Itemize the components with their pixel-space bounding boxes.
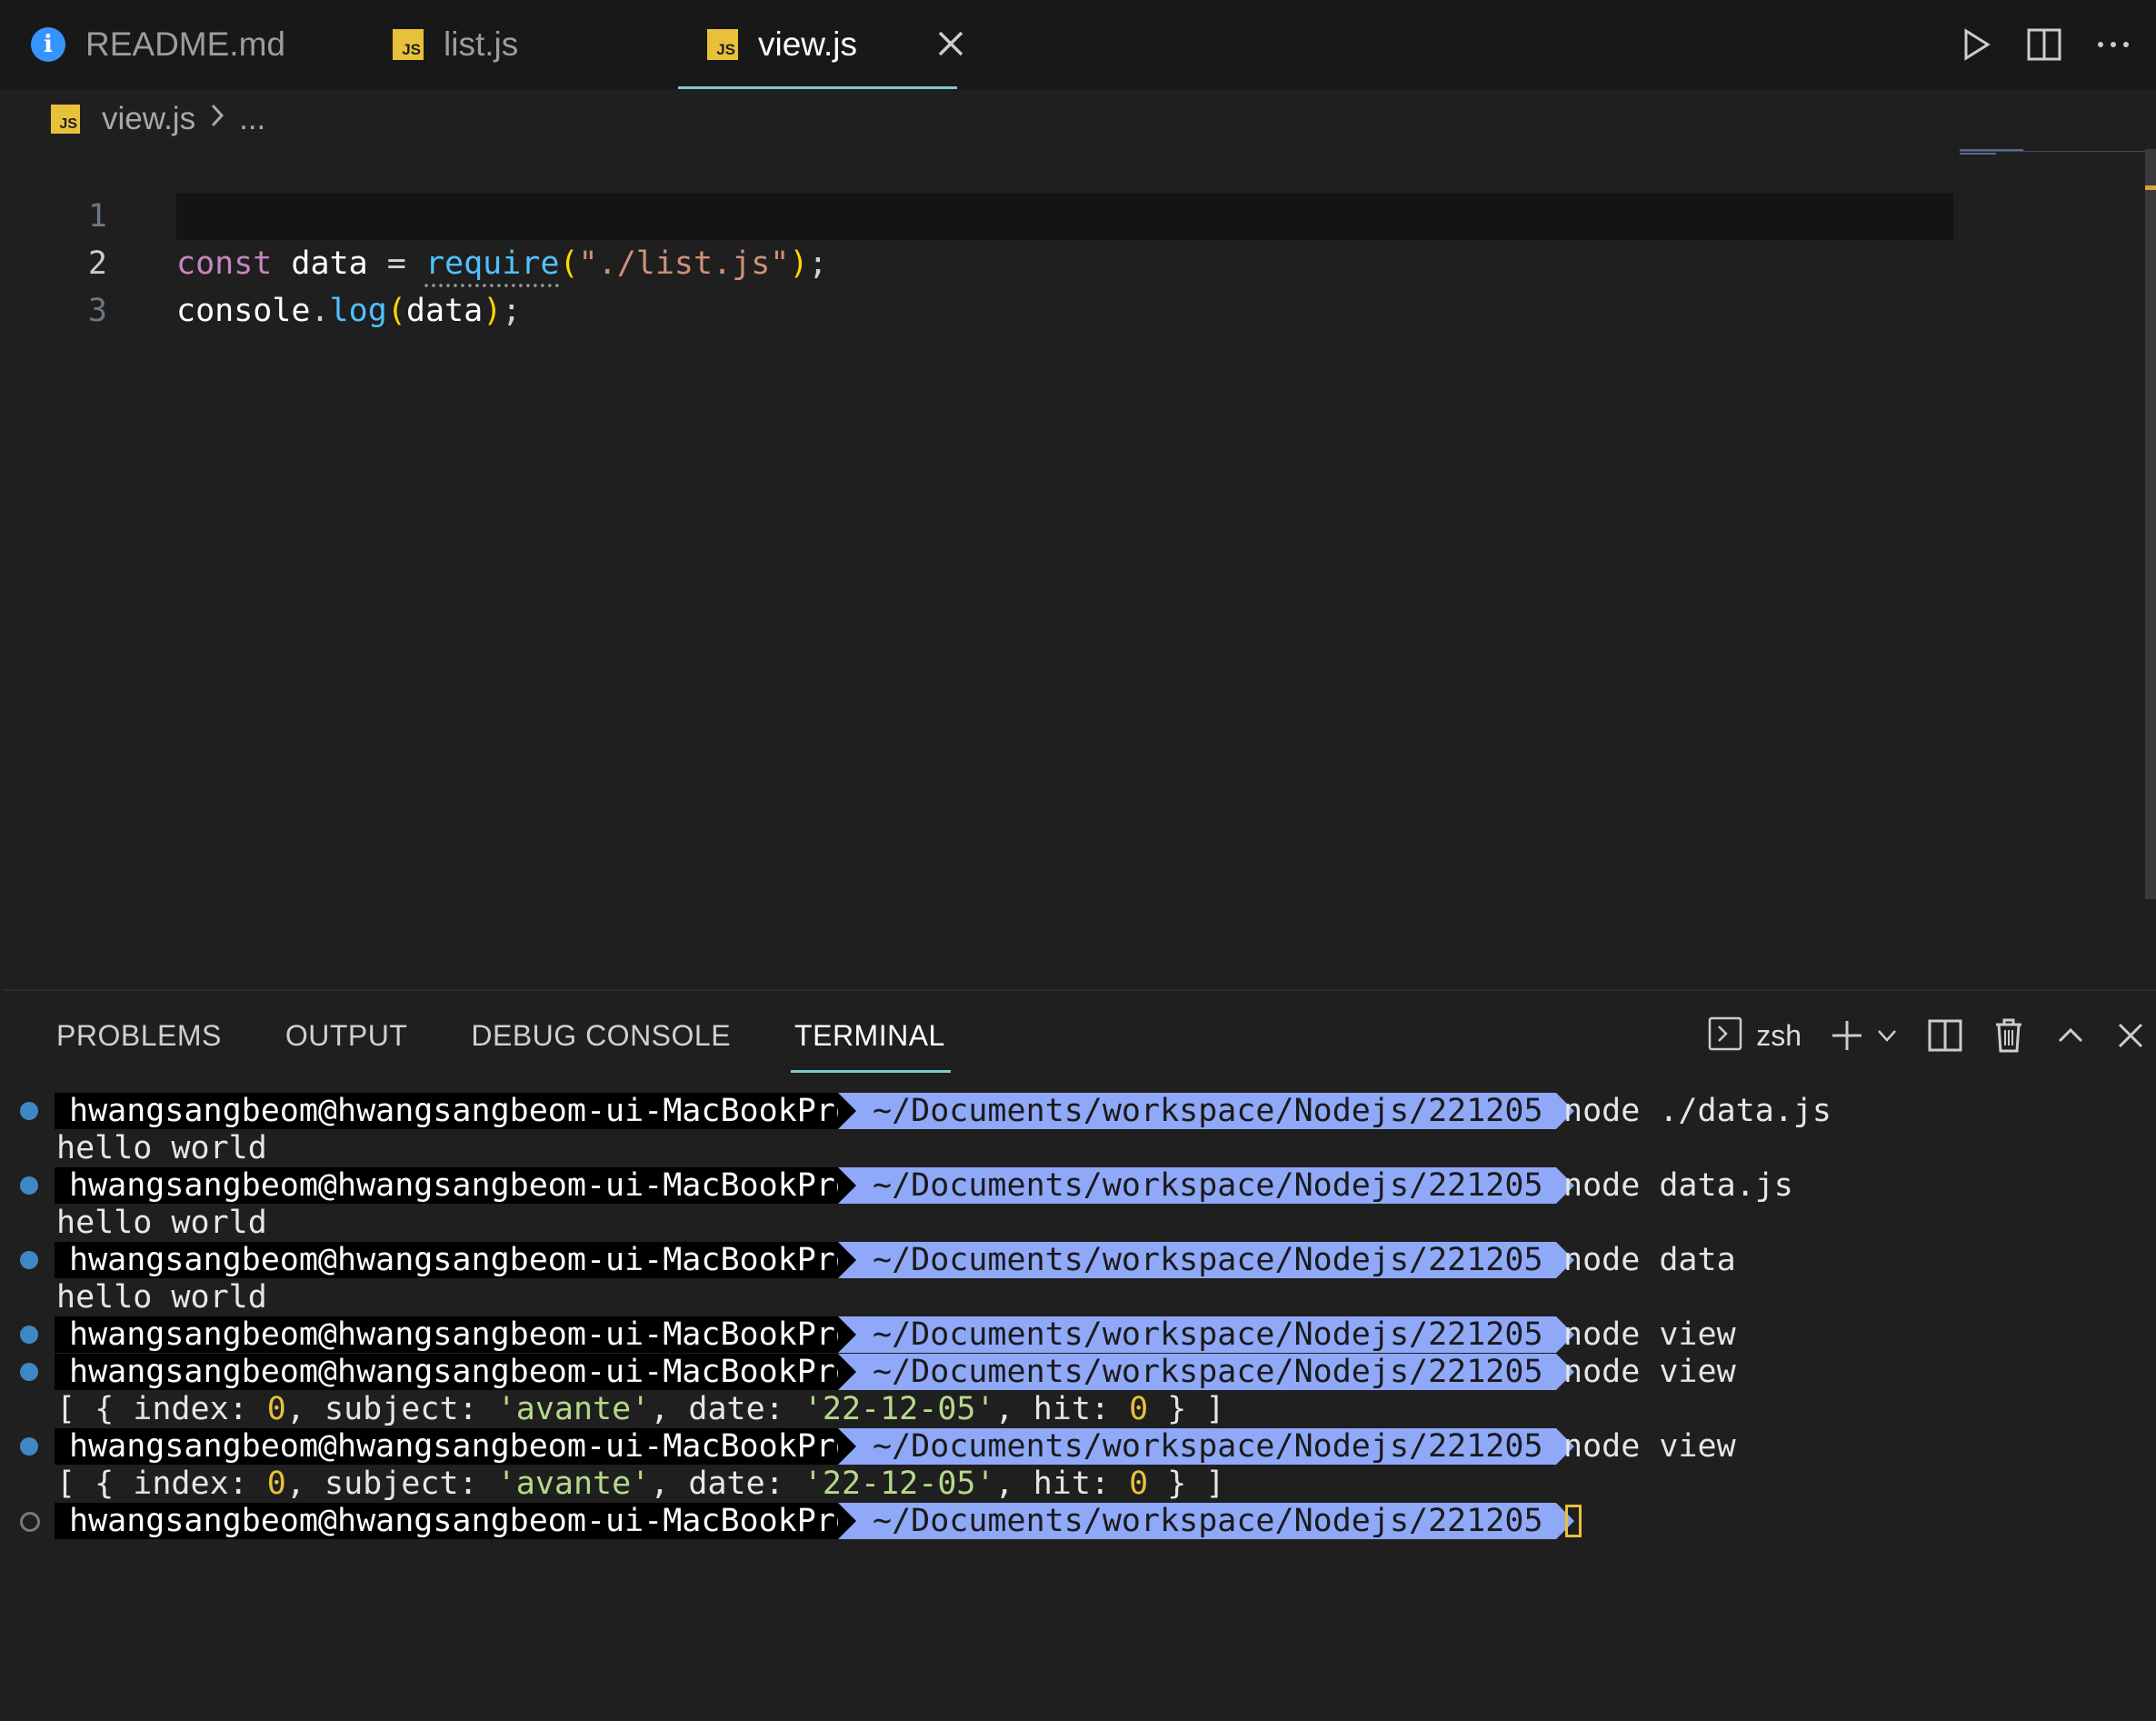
command-text: node ./data.js (1563, 1093, 1832, 1129)
scrollbar-marker (2145, 185, 2156, 190)
prompt-user: hwangsangbeom@hwangsangbeom-ui-MacBookPr… (55, 1428, 869, 1465)
tab-list-js[interactable]: JS list.js (393, 0, 518, 89)
maximize-panel-icon[interactable] (2054, 1019, 2087, 1052)
tab-label: list.js (444, 25, 519, 63)
command-text: node data (1563, 1242, 1736, 1278)
tab-terminal[interactable]: TERMINAL (791, 1019, 951, 1073)
code-line[interactable]: 3 (0, 240, 1954, 329)
shell-name: zsh (1756, 1018, 1802, 1052)
code-line[interactable]: 2 console.log(data); (0, 193, 1954, 329)
prompt-path: ~/Documents/workspace/Nodejs/221205 (838, 1093, 1574, 1129)
prompt-line: hwangsangbeom@hwangsangbeom-ui-MacBookPr… (4, 1093, 2156, 1129)
breadcrumb-symbols[interactable]: ... (239, 101, 265, 137)
output-line: hello world (56, 1279, 267, 1316)
output-line: [ { index: 0, subject: 'avante', date: '… (56, 1466, 1225, 1502)
more-actions-icon[interactable] (2087, 18, 2140, 71)
chevron-down-icon[interactable] (1874, 1023, 1900, 1048)
breadcrumb: JS view.js ... (51, 95, 265, 144)
js-file-icon: JS (51, 105, 80, 134)
prompt-line: hwangsangbeom@hwangsangbeom-ui-MacBookPr… (4, 1316, 2156, 1353)
prompt-path: ~/Documents/workspace/Nodejs/221205 (838, 1316, 1574, 1353)
command-success-dot[interactable] (20, 1437, 38, 1456)
editor-tab-bar: i README.md JS list.js JS view.js (0, 0, 2156, 89)
prompt-line: hwangsangbeom@hwangsangbeom-ui-MacBookPr… (4, 1503, 2156, 1539)
command-success-dot[interactable] (20, 1176, 38, 1195)
minimap[interactable] (1960, 145, 2156, 155)
new-terminal-button[interactable] (1829, 1017, 1865, 1054)
prompt-line: hwangsangbeom@hwangsangbeom-ui-MacBookPr… (4, 1242, 2156, 1278)
bottom-panel: PROBLEMS OUTPUT DEBUG CONSOLE TERMINAL z… (4, 989, 2156, 1644)
prompt-path: ~/Documents/workspace/Nodejs/221205 (838, 1428, 1574, 1465)
js-file-icon: JS (707, 29, 738, 60)
tab-label: README.md (85, 25, 285, 63)
editor-scrollbar[interactable] (2145, 149, 2156, 899)
prompt-user: hwangsangbeom@hwangsangbeom-ui-MacBookPr… (55, 1093, 869, 1129)
prompt-line: hwangsangbeom@hwangsangbeom-ui-MacBookPr… (4, 1167, 2156, 1204)
run-icon[interactable] (1949, 18, 2001, 71)
code-line[interactable]: 1 const data = require("./list.js"); (0, 145, 1954, 282)
prompt-path: ~/Documents/workspace/Nodejs/221205 (838, 1167, 1574, 1204)
command-text: node view (1563, 1316, 1736, 1353)
command-success-dot[interactable] (20, 1251, 38, 1269)
tab-debug-console[interactable]: DEBUG CONSOLE (471, 1019, 731, 1053)
prompt-user: hwangsangbeom@hwangsangbeom-ui-MacBookPr… (55, 1316, 869, 1353)
output-line: [ { index: 0, subject: 'avante', date: '… (56, 1391, 1225, 1427)
breadcrumb-file[interactable]: view.js (102, 101, 195, 137)
prompt-user: hwangsangbeom@hwangsangbeom-ui-MacBookPr… (55, 1503, 869, 1539)
split-editor-icon[interactable] (2018, 18, 2071, 71)
chevron-right-icon (208, 101, 226, 137)
command-text: node data.js (1563, 1167, 1793, 1204)
prompt-path: ~/Documents/workspace/Nodejs/221205 (838, 1354, 1574, 1390)
tab-readme[interactable]: i README.md (31, 0, 285, 89)
pending-command-dot[interactable] (20, 1512, 40, 1532)
command-success-dot[interactable] (20, 1326, 38, 1344)
command-text: node view (1563, 1428, 1736, 1465)
prompt-path: ~/Documents/workspace/Nodejs/221205 (838, 1242, 1574, 1278)
tab-problems[interactable]: PROBLEMS (56, 1019, 222, 1053)
prompt-line: hwangsangbeom@hwangsangbeom-ui-MacBookPr… (4, 1354, 2156, 1390)
info-icon: i (31, 27, 65, 62)
prompt-user: hwangsangbeom@hwangsangbeom-ui-MacBookPr… (55, 1242, 869, 1278)
command-text: node view (1563, 1354, 1736, 1390)
tab-label: view.js (758, 25, 857, 63)
split-terminal-icon[interactable] (1927, 1017, 1963, 1054)
identifier: data (405, 293, 484, 329)
command-success-dot[interactable] (20, 1102, 38, 1120)
terminal-icon (1707, 1016, 1743, 1056)
tab-view-js[interactable]: JS view.js (678, 0, 957, 89)
output-line: hello world (56, 1130, 267, 1166)
terminal-shell-selector[interactable]: zsh (1707, 1016, 1802, 1056)
identifier: console (176, 293, 311, 329)
terminal-cursor (1565, 1505, 1582, 1537)
close-panel-icon[interactable] (2114, 1019, 2147, 1052)
tab-output[interactable]: OUTPUT (285, 1019, 408, 1053)
code-editor[interactable]: 1 const data = require("./list.js"); 2 c… (0, 145, 2156, 989)
prompt-path: ~/Documents/workspace/Nodejs/221205 (838, 1503, 1574, 1539)
prompt-user: hwangsangbeom@hwangsangbeom-ui-MacBookPr… (55, 1354, 869, 1390)
close-icon[interactable] (931, 24, 971, 64)
method-name: log (329, 293, 387, 329)
command-success-dot[interactable] (20, 1363, 38, 1381)
prompt-user: hwangsangbeom@hwangsangbeom-ui-MacBookPr… (55, 1167, 869, 1204)
prompt-line: hwangsangbeom@hwangsangbeom-ui-MacBookPr… (4, 1428, 2156, 1465)
line-number: 3 (87, 293, 107, 329)
trash-icon[interactable] (1991, 1016, 2027, 1055)
js-file-icon: JS (393, 29, 424, 60)
output-line: hello world (56, 1205, 267, 1241)
